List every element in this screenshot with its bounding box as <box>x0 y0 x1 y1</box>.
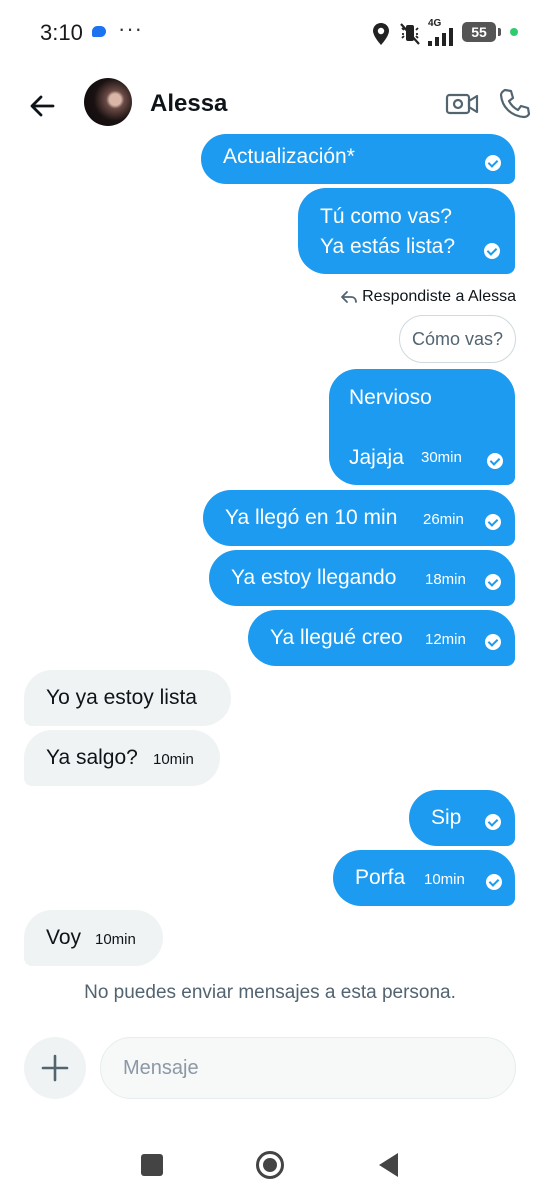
contact-name[interactable]: Alessa <box>150 90 227 118</box>
video-call-button[interactable] <box>444 86 480 122</box>
nav-back-button[interactable] <box>376 1150 402 1180</box>
message-time: 30min <box>421 449 462 466</box>
message-bubble-outgoing[interactable]: Ya llegó en 10 min 26min <box>203 490 515 546</box>
read-receipt-icon <box>485 155 501 171</box>
reply-indicator: Respondiste a Alessa <box>340 288 516 306</box>
read-receipt-icon <box>485 514 501 530</box>
message-text: Nervioso Jajaja <box>349 386 432 469</box>
message-bubble-outgoing[interactable]: Ya estoy llegando 18min <box>209 550 515 606</box>
phone-icon <box>499 88 531 119</box>
privacy-indicator-dot <box>510 28 518 36</box>
status-time: 3:10 <box>40 20 83 45</box>
message-bubble-incoming[interactable]: Ya salgo? 10min <box>24 730 220 786</box>
home-circle-icon <box>256 1151 284 1179</box>
status-icons: 4G 55 <box>368 18 528 52</box>
message-bubble-outgoing[interactable]: Ya llegué creo 12min <box>248 610 515 666</box>
reply-note-text: Respondiste a Alessa <box>362 288 516 305</box>
battery-tip <box>498 28 501 36</box>
quoted-message[interactable]: Cómo vas? <box>398 315 516 363</box>
location-icon <box>373 23 389 45</box>
message-text: Ya salgo? <box>46 746 138 769</box>
message-bubble-incoming[interactable]: Yo ya estoy lista <box>24 670 231 726</box>
home-button[interactable] <box>255 1150 285 1180</box>
message-time: 26min <box>423 511 464 528</box>
mute-icon <box>400 23 420 45</box>
read-receipt-icon <box>485 814 501 830</box>
add-attachment-button[interactable] <box>24 1037 86 1099</box>
message-bubble-outgoing[interactable]: Porfa 10min <box>333 850 515 906</box>
message-time: 12min <box>425 631 466 648</box>
read-receipt-icon <box>486 874 502 890</box>
message-time: 10min <box>153 751 194 768</box>
signal-icon <box>428 28 453 46</box>
back-arrow-icon <box>30 95 55 117</box>
video-camera-icon <box>445 93 479 115</box>
message-text: Voy <box>46 926 82 949</box>
status-bar: 3:10 ··· 4G 55 <box>0 0 540 68</box>
reply-arrow-icon <box>341 290 358 303</box>
back-button[interactable] <box>22 86 62 126</box>
read-receipt-icon <box>487 453 503 469</box>
recent-apps-button[interactable] <box>141 1154 163 1176</box>
message-notification-icon <box>92 26 106 37</box>
plus-icon <box>41 1054 69 1082</box>
message-time: 18min <box>425 571 466 588</box>
message-time: 10min <box>95 931 136 948</box>
message-bubble-outgoing[interactable]: Tú como vas? Ya estás lista? <box>298 188 515 274</box>
more-notifications-icon: ··· <box>118 16 143 41</box>
message-text: Sip <box>431 806 462 829</box>
message-text: Tú como vas? Ya estás lista? <box>320 205 456 258</box>
message-text: Ya llegó en 10 min <box>225 506 398 529</box>
message-bubble-incoming[interactable]: Voy 10min <box>24 910 163 966</box>
message-bubble-outgoing[interactable]: Nervioso Jajaja 30min <box>329 369 515 485</box>
message-time: 10min <box>424 871 465 888</box>
phone-call-button[interactable] <box>496 86 532 122</box>
read-receipt-icon <box>485 574 501 590</box>
message-bubble-outgoing[interactable]: Actualización* <box>201 134 515 184</box>
message-input[interactable]: Mensaje <box>100 1037 516 1099</box>
message-text: Porfa <box>355 866 406 889</box>
message-bubble-outgoing[interactable]: Sip <box>409 790 515 846</box>
cannot-message-notice: No puedes enviar mensajes a esta persona… <box>84 982 456 1003</box>
message-text: Yo ya estoy lista <box>46 686 197 709</box>
read-receipt-icon <box>484 243 500 259</box>
triangle-back-icon <box>379 1153 398 1177</box>
battery-icon: 55 <box>462 22 496 42</box>
read-receipt-icon <box>485 634 501 650</box>
message-text: Ya estoy llegando <box>231 566 397 589</box>
message-text: Ya llegué creo <box>270 626 403 649</box>
avatar[interactable] <box>84 78 132 126</box>
message-text: Actualización* <box>223 145 355 168</box>
